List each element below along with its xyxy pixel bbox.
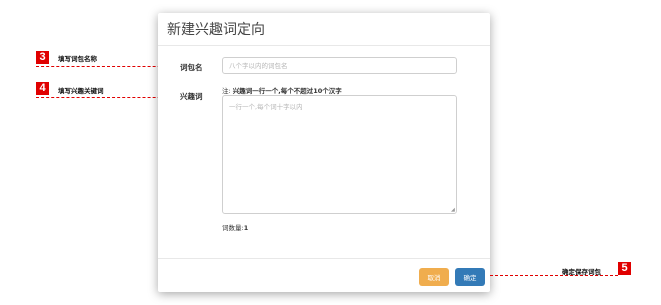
keywords-hint: 注: 兴趣词一行一个,每个不超过10个汉字 xyxy=(222,85,342,95)
group-name-label: 词包名 xyxy=(180,63,203,72)
keywords-hint-text: 兴趣词一行一个,每个不超过10个汉字 xyxy=(232,87,342,95)
annotation-badge-3: 3 xyxy=(36,51,49,64)
group-name-input[interactable] xyxy=(222,57,457,74)
annotation-text-4: 填写兴趣关键词 xyxy=(58,87,104,95)
keywords-textarea[interactable] xyxy=(222,95,457,214)
annotation-text-3: 填写词包名称 xyxy=(58,55,97,63)
keyword-count-label: 词数量: xyxy=(222,224,244,232)
textarea-resize-handle-icon[interactable]: ◢ xyxy=(451,208,455,213)
keyword-count: 词数量:1 xyxy=(222,222,248,232)
keywords-label: 兴趣词 xyxy=(180,92,203,101)
confirm-button[interactable]: 确定 xyxy=(455,268,485,286)
new-interest-keyword-dialog: 新建兴趣词定向 词包名 兴趣词 注: 兴趣词一行一个,每个不超过10个汉字 ◢ … xyxy=(158,13,490,292)
dialog-title: 新建兴趣词定向 xyxy=(167,22,265,38)
keywords-hint-prefix: 注: xyxy=(222,87,231,95)
dialog-header: 新建兴趣词定向 xyxy=(158,13,490,46)
annotation-badge-5: 5 xyxy=(618,262,631,275)
annotation-text-5: 确定保存词包 xyxy=(562,268,601,276)
dialog-footer xyxy=(158,258,490,259)
keyword-count-value: 1 xyxy=(243,224,249,232)
annotation-badge-4: 4 xyxy=(36,82,49,95)
cancel-button[interactable]: 取消 xyxy=(419,268,449,286)
